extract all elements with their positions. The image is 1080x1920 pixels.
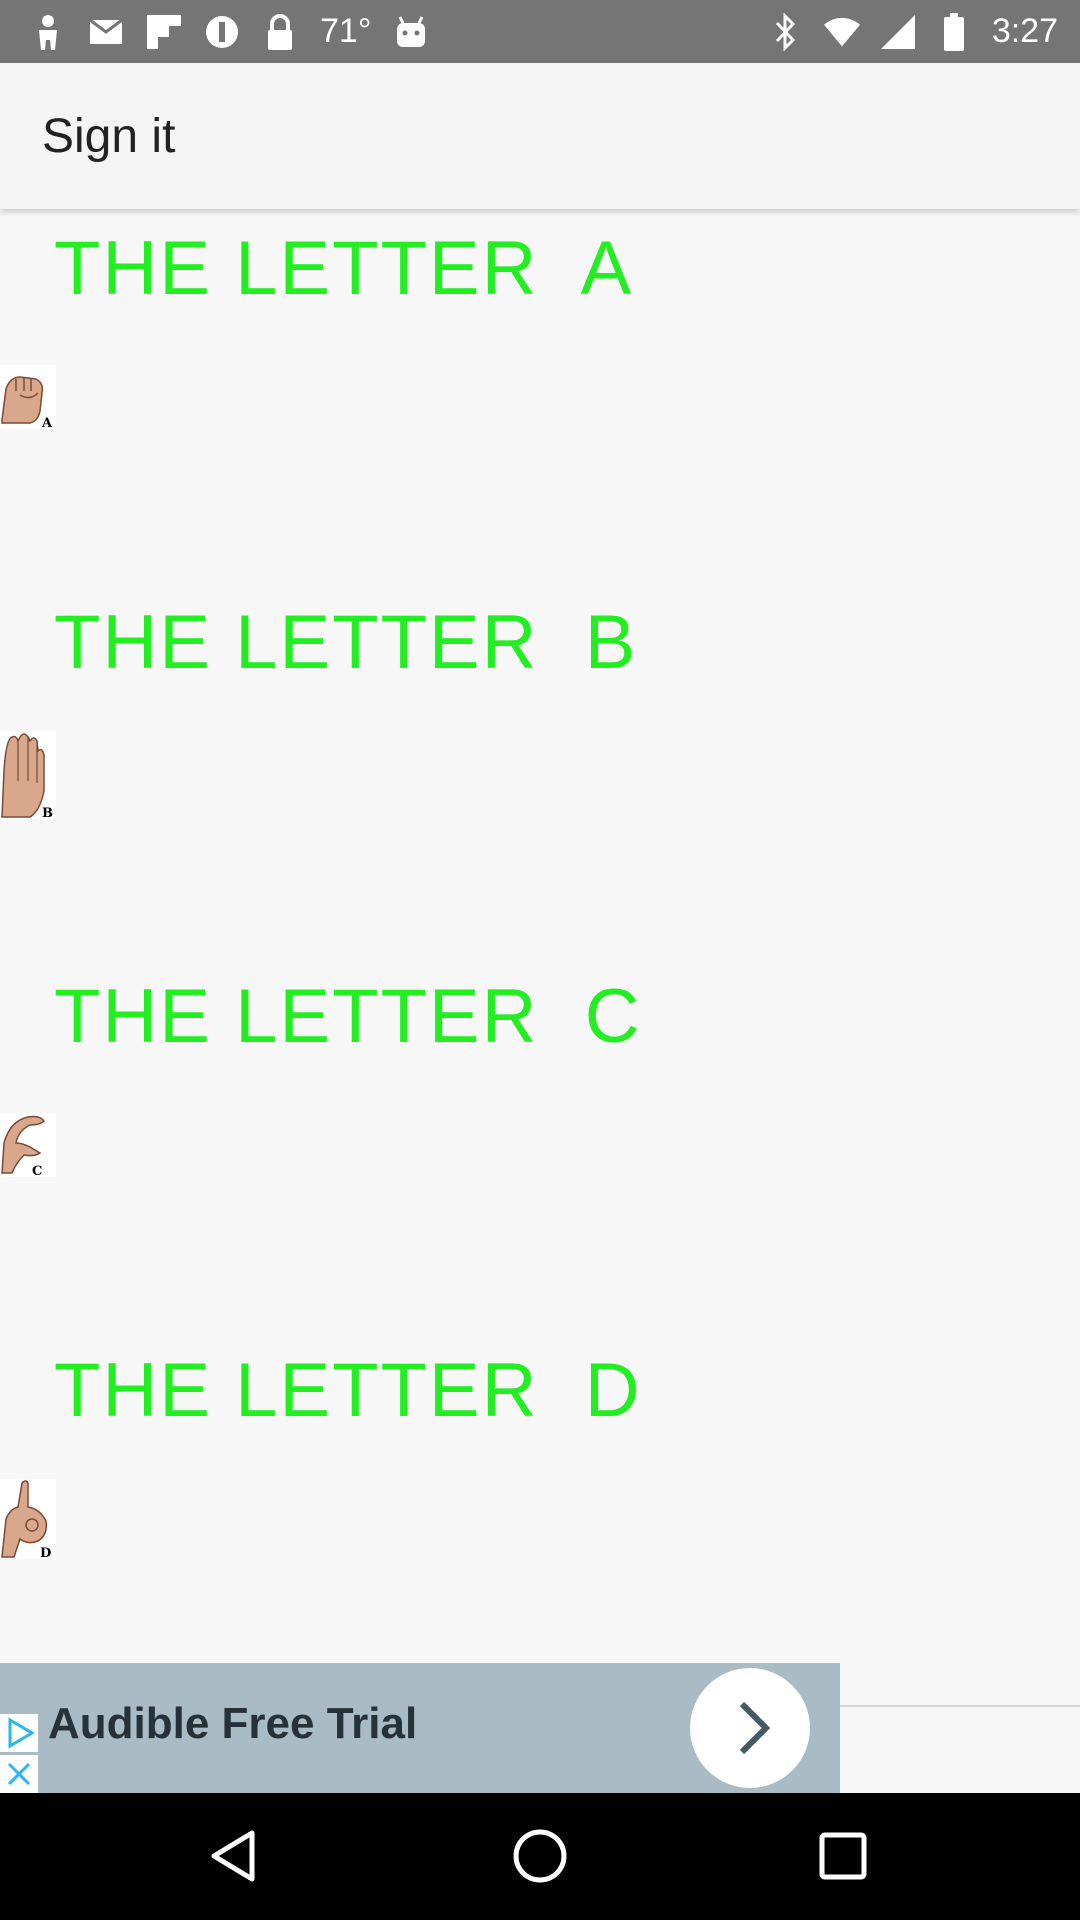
app-bar: Sign it <box>0 63 1080 209</box>
back-icon[interactable] <box>200 1821 270 1891</box>
ad-text[interactable]: Audible Free Trial <box>48 1699 417 1749</box>
mail-icon <box>88 12 124 52</box>
chevron-right-icon <box>739 1701 771 1755</box>
lock-icon <box>262 12 298 52</box>
letter-list[interactable]: THE LETTER A A THE LETTER B B THE LETTER… <box>0 209 1080 1793</box>
letter-title: THE LETTER B <box>54 600 638 685</box>
temperature-text: 71° <box>320 12 372 50</box>
flipboard-icon <box>146 12 182 52</box>
notification-icon <box>30 12 66 52</box>
list-item-letter-c[interactable]: THE LETTER C C <box>0 957 1080 1333</box>
clock-text: 3:27 <box>991 12 1058 50</box>
wifi-icon <box>823 12 860 52</box>
home-icon[interactable] <box>505 1821 575 1891</box>
ad-close-icon[interactable] <box>0 1755 38 1793</box>
page-title: Sign it <box>42 110 176 163</box>
ad-choices-icon[interactable] <box>0 1714 38 1752</box>
android-icon <box>393 12 429 52</box>
hand-caption: C <box>32 1164 42 1177</box>
ad-arrow-button[interactable] <box>690 1668 810 1788</box>
recents-icon[interactable] <box>808 1821 878 1891</box>
hand-caption: B <box>42 806 53 819</box>
signal-icon <box>880 12 916 52</box>
navigation-bar <box>0 1793 1080 1920</box>
bluetooth-icon <box>768 12 804 52</box>
hand-caption: D <box>40 1546 51 1559</box>
list-item-letter-d[interactable]: THE LETTER D D <box>0 1331 1080 1707</box>
ad-banner[interactable]: Audible Free Trial <box>0 1663 840 1793</box>
battery-icon <box>936 12 972 52</box>
hand-sign-a-icon: A <box>0 365 56 429</box>
list-item-letter-b[interactable]: THE LETTER B B <box>0 583 1080 959</box>
hand-sign-b-icon: B <box>0 731 56 819</box>
info-icon <box>204 12 240 52</box>
hand-sign-c-icon: C <box>0 1113 56 1177</box>
hand-sign-d-icon: D <box>0 1479 56 1559</box>
letter-title: THE LETTER C <box>54 974 642 1059</box>
list-item-letter-a[interactable]: THE LETTER A A <box>0 209 1080 585</box>
status-bar: 71° 3:27 <box>0 0 1080 63</box>
letter-title: THE LETTER A <box>54 226 634 311</box>
letter-title: THE LETTER D <box>54 1348 642 1433</box>
hand-caption: A <box>41 416 53 429</box>
